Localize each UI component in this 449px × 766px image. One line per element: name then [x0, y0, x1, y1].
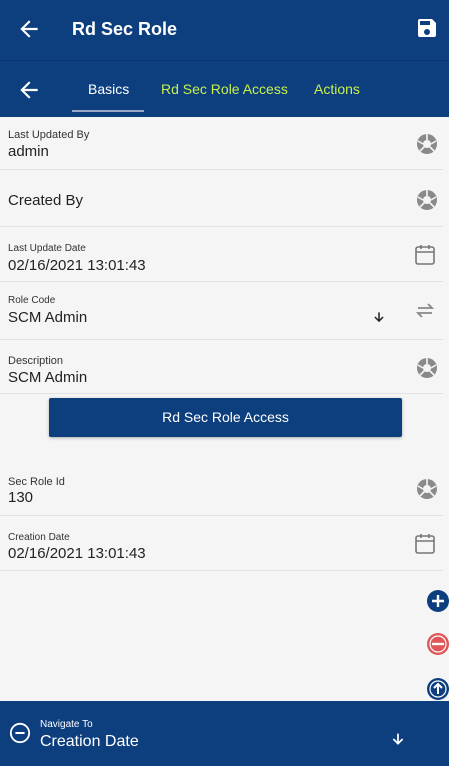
- upload-circle-icon[interactable]: [426, 677, 449, 701]
- field-value: SCM Admin: [8, 369, 88, 386]
- field-label: Role Code: [8, 295, 56, 306]
- last-update-date-field[interactable]: Last Update Date 02/16/2021 13:01:43: [0, 227, 443, 282]
- arrow-down-icon[interactable]: [390, 731, 406, 747]
- field-label: Created By: [8, 192, 84, 209]
- active-tab-indicator: [72, 110, 144, 112]
- description-field[interactable]: Description SCM Admin: [0, 340, 443, 394]
- field-value: SCM Admin: [8, 309, 88, 326]
- field-label: Last Update Date: [8, 243, 86, 254]
- aperture-icon[interactable]: [415, 477, 439, 501]
- rd-sec-role-access-button[interactable]: Rd Sec Role Access: [49, 398, 402, 437]
- field-label: Description: [8, 355, 64, 367]
- save-icon[interactable]: [415, 16, 439, 40]
- creation-date-field[interactable]: Creation Date 02/16/2021 13:01:43: [0, 516, 443, 571]
- created-by-field[interactable]: Created By: [0, 170, 443, 227]
- field-value: admin: [8, 143, 49, 160]
- field-value: 02/16/2021 13:01:43: [8, 545, 146, 562]
- aperture-icon[interactable]: [415, 132, 439, 156]
- plus-circle-icon[interactable]: [426, 589, 449, 613]
- last-updated-by-field[interactable]: Last Updated By admin: [0, 117, 443, 170]
- dropdown-arrow-icon[interactable]: [372, 310, 386, 324]
- field-value: 02/16/2021 13:01:43: [8, 257, 146, 274]
- sec-role-id-field[interactable]: Sec Role Id 130: [0, 461, 443, 516]
- tab-rd-sec-role-access[interactable]: Rd Sec Role Access: [161, 81, 288, 97]
- tab-basics[interactable]: Basics: [88, 81, 129, 97]
- swap-icon[interactable]: [413, 298, 437, 322]
- navigate-to-bar[interactable]: Navigate To Creation Date: [0, 701, 449, 766]
- field-label: Last Updated By: [8, 129, 90, 141]
- role-code-field[interactable]: Role Code SCM Admin: [0, 282, 443, 340]
- tab-bar: Basics Rd Sec Role Access Actions: [0, 60, 449, 117]
- minus-circle-icon[interactable]: [426, 632, 449, 656]
- field-label: Creation Date: [8, 532, 70, 543]
- navigate-to-value: Creation Date: [40, 733, 139, 750]
- aperture-icon[interactable]: [415, 188, 439, 212]
- page-title: Rd Sec Role: [72, 19, 178, 39]
- aperture-icon[interactable]: [415, 356, 439, 380]
- field-value: 130: [8, 489, 34, 506]
- back-arrow-icon[interactable]: [16, 77, 42, 103]
- app-bar: Rd Sec Role: [0, 0, 449, 60]
- calendar-icon[interactable]: [413, 243, 437, 267]
- navigate-to-label: Navigate To: [40, 719, 93, 730]
- tab-actions[interactable]: Actions: [314, 81, 360, 97]
- back-arrow-icon[interactable]: [16, 16, 42, 42]
- minus-circle-icon[interactable]: [9, 722, 31, 744]
- calendar-icon[interactable]: [413, 532, 437, 556]
- field-label: Sec Role Id: [8, 476, 65, 488]
